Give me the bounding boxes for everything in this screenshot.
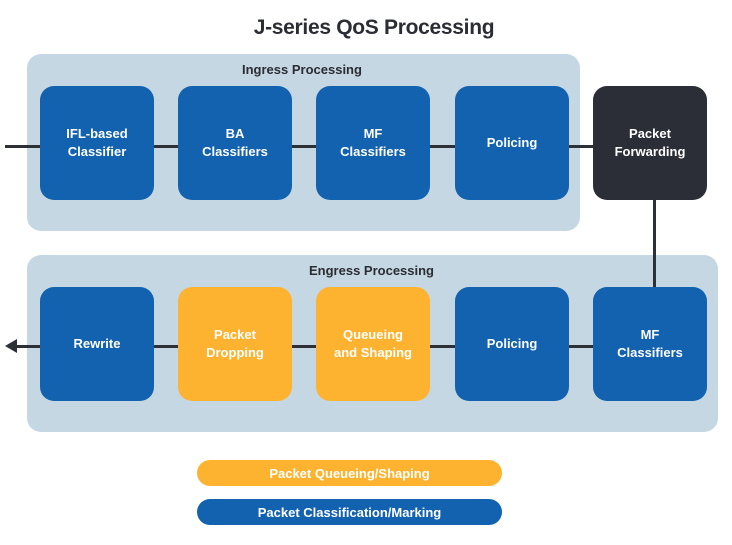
egress-output-arrow-icon (5, 339, 17, 353)
egress-stage-mf-classifiers: MF Classifiers (593, 287, 707, 401)
stage-label: Policing (486, 336, 538, 351)
legend-label: Packet Queueing/Shaping (269, 465, 430, 481)
egress-stage-packet-dropping: Packet Dropping (178, 287, 292, 401)
stage-label: Queueing and Shaping (334, 327, 412, 360)
legend-queueing-shaping: Packet Queueing/Shaping (197, 460, 502, 486)
stage-label: Packet Dropping (206, 327, 264, 360)
forwarding-to-egress-line (653, 199, 656, 289)
stage-label: Policing (486, 135, 538, 150)
stage-label: IFL-based Classifier (66, 126, 128, 159)
diagram-title: J-series QoS Processing (253, 16, 495, 39)
egress-panel-label: Engress Processing (309, 263, 434, 278)
ingress-stage-ifl-classifier: IFL-based Classifier (40, 86, 154, 200)
legend-classification-marking: Packet Classification/Marking (197, 499, 502, 525)
egress-stage-policing: Policing (455, 287, 569, 401)
stage-label: Packet Forwarding (614, 126, 686, 159)
packet-forwarding-stage: Packet Forwarding (593, 86, 707, 200)
ingress-stage-policing: Policing (455, 86, 569, 200)
egress-stage-rewrite: Rewrite (40, 287, 154, 401)
ingress-stage-ba-classifiers: BA Classifiers (178, 86, 292, 200)
stage-label: MF Classifiers (617, 327, 683, 360)
stage-label: Rewrite (73, 336, 121, 351)
stage-label: BA Classifiers (202, 126, 268, 159)
stage-label: MF Classifiers (340, 126, 406, 159)
ingress-stage-mf-classifiers: MF Classifiers (316, 86, 430, 200)
ingress-panel-label: Ingress Processing (242, 62, 362, 77)
legend-label: Packet Classification/Marking (257, 504, 442, 520)
egress-stage-queueing-shaping: Queueing and Shaping (316, 287, 430, 401)
